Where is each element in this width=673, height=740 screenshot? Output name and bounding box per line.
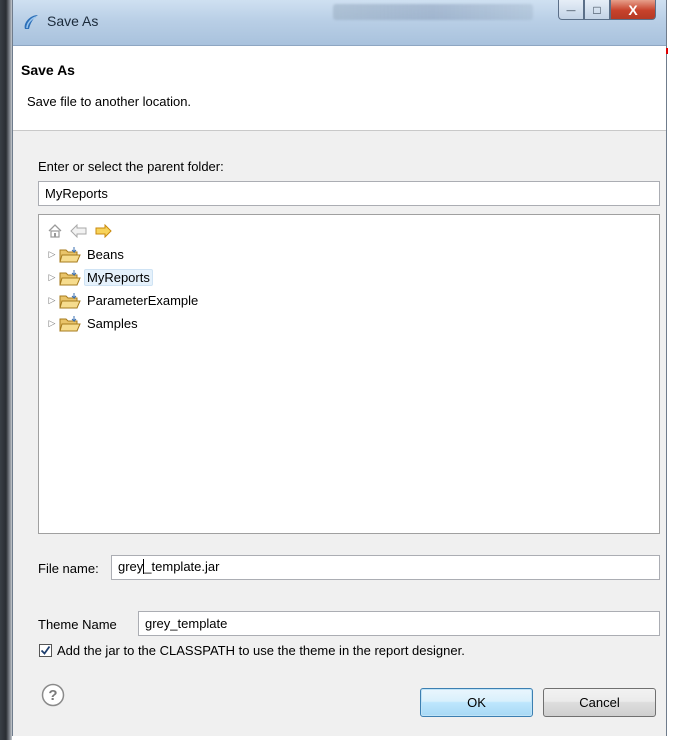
parent-folder-label: Enter or select the parent folder: — [38, 159, 224, 174]
expand-arrow-icon[interactable]: ▷ — [45, 248, 59, 262]
folder-icon — [59, 246, 81, 262]
svg-text:?: ? — [48, 687, 57, 704]
tree-item-label: Beans — [87, 247, 124, 262]
window-title: Save As — [47, 13, 99, 29]
minimize-icon: — — [566, 4, 576, 15]
folder-icon — [59, 292, 81, 308]
folder-tree: ▷ Beans ▷ MyReports ▷ ParameterExample ▷… — [38, 214, 660, 534]
ok-button[interactable]: OK — [420, 688, 533, 717]
classpath-checkbox[interactable] — [39, 644, 52, 657]
header-description: Save file to another location. — [27, 94, 192, 109]
eclipse-app-icon — [24, 15, 38, 29]
forward-arrow-icon[interactable] — [93, 221, 113, 241]
maximize-icon: □ — [593, 2, 601, 17]
tree-item-myreports[interactable]: ▷ MyReports — [45, 266, 201, 289]
minimize-button[interactable]: — — [558, 0, 584, 20]
expand-arrow-icon[interactable]: ▷ — [45, 317, 59, 331]
dialog-body: Enter or select the parent folder: MyRep… — [13, 131, 666, 736]
classpath-label: Add the jar to the CLASSPATH to use the … — [57, 643, 465, 658]
title-bar[interactable]: Save As — □ X — [13, 0, 666, 46]
theme-name-input[interactable] — [138, 611, 660, 636]
save-as-dialog: Save As — □ X Save As Save file to anoth… — [12, 0, 668, 736]
home-icon[interactable] — [45, 221, 65, 241]
help-icon[interactable]: ? — [41, 683, 65, 707]
theme-name-label: Theme Name — [38, 617, 117, 632]
folder-icon — [59, 315, 81, 331]
tree-item-samples[interactable]: ▷ Samples — [45, 312, 201, 335]
file-name-value-end: _template.jar — [144, 559, 220, 574]
background-window-reflection — [333, 4, 533, 20]
tree-item-label: ParameterExample — [87, 293, 199, 308]
parent-folder-input[interactable] — [38, 181, 660, 206]
file-name-label: File name: — [38, 561, 99, 576]
maximize-button[interactable]: □ — [584, 0, 610, 20]
cancel-button[interactable]: Cancel — [543, 688, 656, 717]
dialog-header: Save As Save file to another location. — [13, 46, 666, 131]
background-window-edge — [0, 0, 12, 740]
close-button[interactable]: X — [610, 0, 656, 20]
expand-arrow-icon[interactable]: ▷ — [45, 294, 59, 308]
tree-list: ▷ Beans ▷ MyReports ▷ ParameterExample ▷… — [45, 243, 201, 335]
file-name-input[interactable]: grey_template.jar — [111, 555, 660, 580]
window-controls: — □ X — [558, 0, 656, 22]
back-arrow-icon[interactable] — [69, 221, 89, 241]
close-icon: X — [628, 1, 638, 18]
tree-item-label: Samples — [87, 316, 138, 331]
tree-toolbar — [45, 221, 113, 241]
checkmark-icon — [40, 645, 51, 655]
file-name-value-start: grey — [118, 559, 144, 574]
expand-arrow-icon[interactable]: ▷ — [45, 271, 59, 285]
header-title: Save As — [21, 62, 75, 78]
tree-item-parameterexample[interactable]: ▷ ParameterExample — [45, 289, 201, 312]
folder-icon — [59, 269, 81, 285]
tree-item-label: MyReports — [84, 269, 153, 286]
tree-item-beans[interactable]: ▷ Beans — [45, 243, 201, 266]
